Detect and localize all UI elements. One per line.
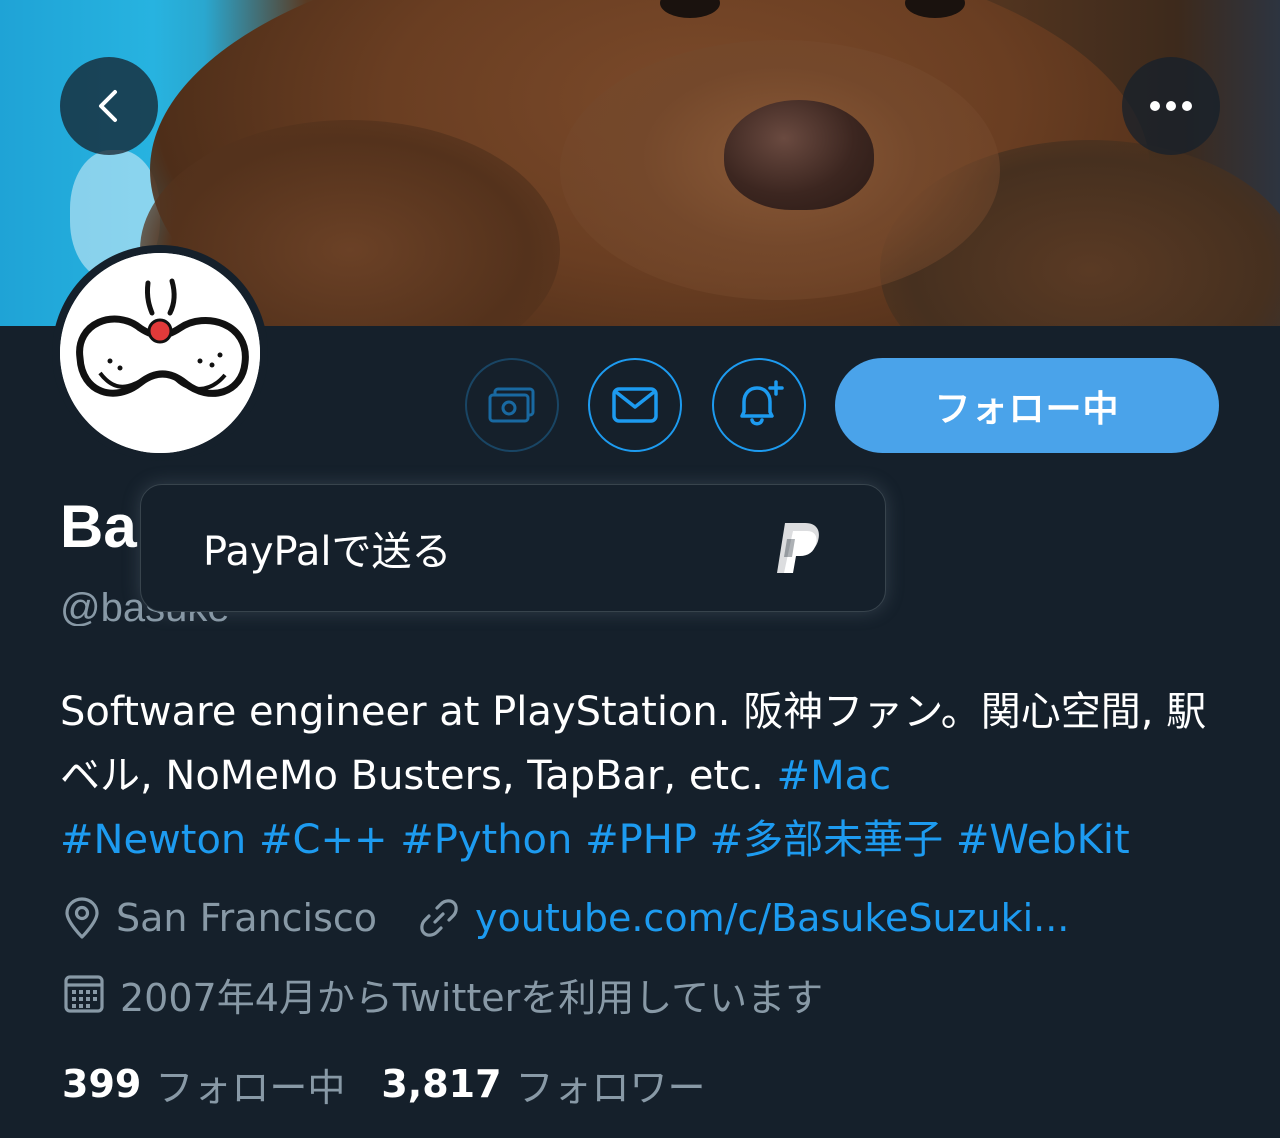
link-icon	[420, 899, 458, 937]
hashtag-link[interactable]: #Python	[400, 817, 572, 863]
chevron-left-icon	[99, 90, 117, 122]
envelope-icon	[612, 387, 658, 423]
avatar-image	[60, 253, 260, 453]
following-button[interactable]: フォロー中	[835, 358, 1219, 453]
tip-button[interactable]	[465, 358, 559, 452]
more-button[interactable]	[1122, 57, 1220, 155]
hashtag-link[interactable]: #WebKit	[956, 817, 1130, 863]
display-name: Ba	[60, 493, 137, 560]
joined-text: 2007年4月からTwitterを利用しています	[120, 975, 824, 1020]
notify-button[interactable]	[712, 358, 806, 452]
paypal-icon	[777, 523, 819, 573]
bio-text: Software engineer at PlayStation. 阪神ファン。…	[60, 689, 1207, 799]
followers-label[interactable]: フォロワー	[516, 1057, 706, 1112]
location-pin-icon	[65, 897, 99, 939]
back-button[interactable]	[60, 57, 158, 155]
following-count[interactable]: 399	[62, 1062, 141, 1106]
bell-plus-icon	[740, 380, 784, 426]
profile-meta: San Francisco youtube.com/c/BasukeSuzuki…	[62, 890, 1069, 946]
hashtag-link[interactable]: #C++	[259, 817, 387, 863]
more-horizontal-icon	[1150, 101, 1192, 111]
hashtag-link[interactable]: #多部未華子	[710, 817, 944, 863]
joined-date: 2007年4月からTwitterを利用しています	[62, 966, 823, 1022]
bio: Software engineer at PlayStation. 阪神ファン。…	[60, 680, 1220, 872]
money-icon	[488, 387, 535, 423]
hashtag-link[interactable]: #PHP	[585, 817, 697, 863]
avatar[interactable]	[52, 245, 268, 461]
popover-label: PayPalで送る	[203, 529, 452, 575]
paypal-popover-item[interactable]: PayPalで送る	[140, 484, 886, 612]
following-label[interactable]: フォロー中	[155, 1057, 345, 1112]
hashtag-link[interactable]: #Mac	[777, 753, 892, 799]
location-text: San Francisco	[116, 896, 378, 940]
followers-count[interactable]: 3,817	[381, 1062, 501, 1106]
follow-stats: 399 フォロー中 3,817 フォロワー	[62, 1056, 742, 1112]
calendar-icon	[64, 975, 104, 1013]
message-button[interactable]	[588, 358, 682, 452]
website-link[interactable]: youtube.com/c/BasukeSuzuki...	[475, 896, 1069, 940]
hashtag-link[interactable]: #Newton	[60, 817, 246, 863]
